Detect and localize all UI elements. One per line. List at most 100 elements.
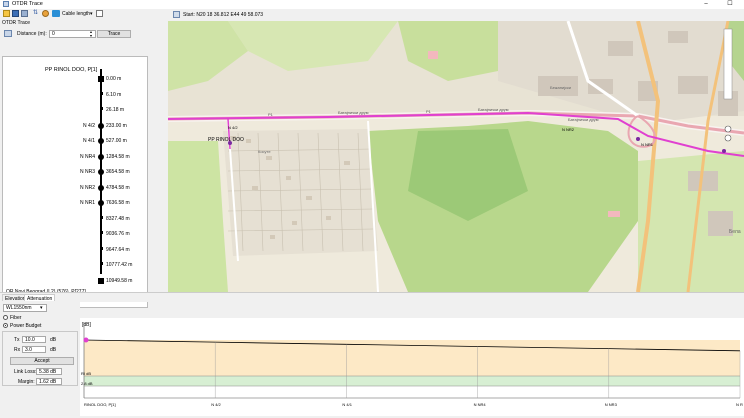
window-titlebar: OTDR Trace – ☐ xyxy=(0,0,744,9)
budget-marker-label: RI dB xyxy=(81,371,91,376)
schematic-node-distance: 0.00 m xyxy=(106,76,122,82)
chevron-down-icon[interactable]: ▾ xyxy=(40,305,43,311)
margin-area xyxy=(84,376,740,386)
schematic-node-name: N 4/2 xyxy=(83,122,95,129)
margin-marker-label: 2.8 dB xyxy=(81,381,93,386)
schematic-node-name: N NR1 xyxy=(79,200,95,206)
toolbar: ⇅ Cable length ▾ xyxy=(0,9,168,20)
schematic-node-marker xyxy=(98,169,104,175)
start-marker xyxy=(83,337,89,343)
map-view[interactable]: PP RINOL DOO N 4/2 Батајнички друм Батај… xyxy=(168,21,744,292)
schematic-node-marker xyxy=(99,91,103,95)
schematic-node-distance: 9036.76 m xyxy=(106,231,130,237)
margin-value: 1.62 dB xyxy=(36,378,62,385)
x-tick-label: N NR4 xyxy=(474,402,487,407)
print-icon[interactable] xyxy=(21,10,28,17)
schematic-node-marker xyxy=(98,200,104,206)
schematic-node-marker xyxy=(99,262,103,265)
schematic-node-marker xyxy=(99,107,103,110)
schematic-node-name: N NR3 xyxy=(79,169,95,175)
x-tick-label: RINOL DOO, P[1] xyxy=(84,402,116,407)
x-tick-label: N R xyxy=(736,402,743,407)
schematic-node-name: N 4/1 xyxy=(83,138,95,144)
schematic-node-name: N NR4 xyxy=(79,153,95,160)
schematic-node-marker xyxy=(98,277,104,284)
map-label-nr2: N NR2 xyxy=(562,127,575,132)
schematic-node-marker xyxy=(98,184,104,191)
distance-spinner-icon[interactable]: ▴ ▾ xyxy=(90,30,92,38)
settings-icon[interactable] xyxy=(42,10,49,17)
schematic-node-distance: 26.18 m xyxy=(106,107,125,113)
map-label-nr1: N NR1 xyxy=(641,142,654,147)
map-label-pp-rinol: PP RINOL DOO xyxy=(208,137,244,143)
power-budget-label: Power Budget xyxy=(10,323,42,329)
map-label-bela: Бела xyxy=(729,229,741,235)
schematic-node-marker xyxy=(99,215,103,219)
trace-button[interactable]: Trace xyxy=(97,30,131,38)
fiber-label: Fiber xyxy=(10,315,22,321)
schematic-node-marker xyxy=(98,153,104,160)
schematic-node-distance: 9647.64 m xyxy=(106,246,130,253)
tx-unit: dB xyxy=(50,337,57,343)
document-icon[interactable] xyxy=(96,10,103,17)
map-label-kosute: Косуте xyxy=(258,149,271,154)
attenuation-chart-svg: [dB] RI dB 2.8 dB RINOL DOO, P[1] N 4/2 N 4/1… xyxy=(81,322,743,407)
link-loss-value: 5.38 dB xyxy=(36,368,62,375)
schematic-node-marker xyxy=(99,231,103,234)
tx-input[interactable]: 10.0 xyxy=(22,336,46,343)
minimize-button[interactable]: – xyxy=(700,0,712,9)
schematic-node-distance: 527.00 m xyxy=(106,138,127,144)
sort-icon[interactable]: ⇅ xyxy=(33,9,40,16)
otdr-trace-label: OTDR Trace xyxy=(2,20,31,26)
schematic-node-distance: 233.00 m xyxy=(106,122,127,129)
map-label-r1a: Р1 xyxy=(268,112,273,117)
cable-icon[interactable] xyxy=(52,10,60,17)
start-coordinates: Start: N20 18 36.812 E44 49 58.073 xyxy=(183,12,264,18)
attenuation-chart[interactable]: [dB] RI dB 2.8 dB RINOL DOO, P[1] N 4/2 N 4/1… xyxy=(80,318,744,416)
cable-length-dropdown-icon[interactable]: ▾ xyxy=(90,11,93,17)
map-header: Start: N20 18 36.812 E44 49 58.073 xyxy=(168,9,744,21)
map-icon[interactable] xyxy=(173,11,180,18)
schematic-node-distance: 4784.58 m xyxy=(106,184,130,191)
open-folder-icon[interactable] xyxy=(3,10,10,17)
map-label-road3: Батајнички друм xyxy=(568,117,599,122)
schematic-node-marker xyxy=(98,76,104,82)
tx-label: Tx xyxy=(14,337,20,343)
x-tick-label: N NR3 xyxy=(605,402,618,407)
trace-schematic: PP RINOL DOO, P[1] OR Novi Beograd (L2) … xyxy=(2,56,148,308)
app-icon xyxy=(3,1,9,7)
rx-unit: dB xyxy=(50,347,57,353)
schematic-node-distance: 7636.58 m xyxy=(106,200,130,206)
x-tick-label: N 4/1 xyxy=(342,402,352,407)
schematic-node-distance: 10777.42 m xyxy=(106,262,133,268)
x-tick-label: N 4/2 xyxy=(211,402,221,407)
schematic-node-distance: 10949.58 m xyxy=(106,277,133,284)
fiber-radio[interactable] xyxy=(3,315,8,320)
attenuation-controls: WL1550nm ▾ Fiber Power Budget Tx 10.0 dB… xyxy=(0,301,80,416)
link-loss-label: Link Loss: xyxy=(14,369,37,375)
power-budget-radio[interactable] xyxy=(3,323,8,328)
rx-input[interactable]: 3.0 xyxy=(22,346,46,353)
schematic-start-label: PP RINOL DOO, P[1] xyxy=(45,67,98,73)
schematic-node-marker xyxy=(98,122,104,129)
cable-length-label[interactable]: Cable length xyxy=(62,11,90,17)
map-canvas xyxy=(168,21,744,292)
window-title: OTDR Trace xyxy=(12,1,43,7)
margin-label: Margin: xyxy=(18,379,35,385)
schematic-node-marker xyxy=(99,246,103,250)
save-icon[interactable] xyxy=(12,10,19,17)
schematic-node-name: N NR2 xyxy=(79,184,95,191)
schematic-node-distance: 8327.48 m xyxy=(106,215,130,222)
maximize-button[interactable]: ☐ xyxy=(724,0,736,9)
accept-button[interactable]: Accept xyxy=(10,357,74,365)
distance-input[interactable]: 0 xyxy=(49,30,96,38)
map-label-r1b: Р1 xyxy=(426,109,431,114)
trace-tool-icon[interactable] xyxy=(4,30,12,37)
map-label-district: Бежанијски xyxy=(550,85,572,90)
schematic-node-marker xyxy=(98,138,104,144)
bottom-tabs: Elevation Attenuation xyxy=(0,292,744,302)
y-axis-label: [dB] xyxy=(82,322,92,328)
schematic-node-distance: 3654.58 m xyxy=(106,169,130,175)
map-label-road2: Батајнички друм xyxy=(478,107,509,112)
distance-label: Distance (m): xyxy=(17,31,47,37)
